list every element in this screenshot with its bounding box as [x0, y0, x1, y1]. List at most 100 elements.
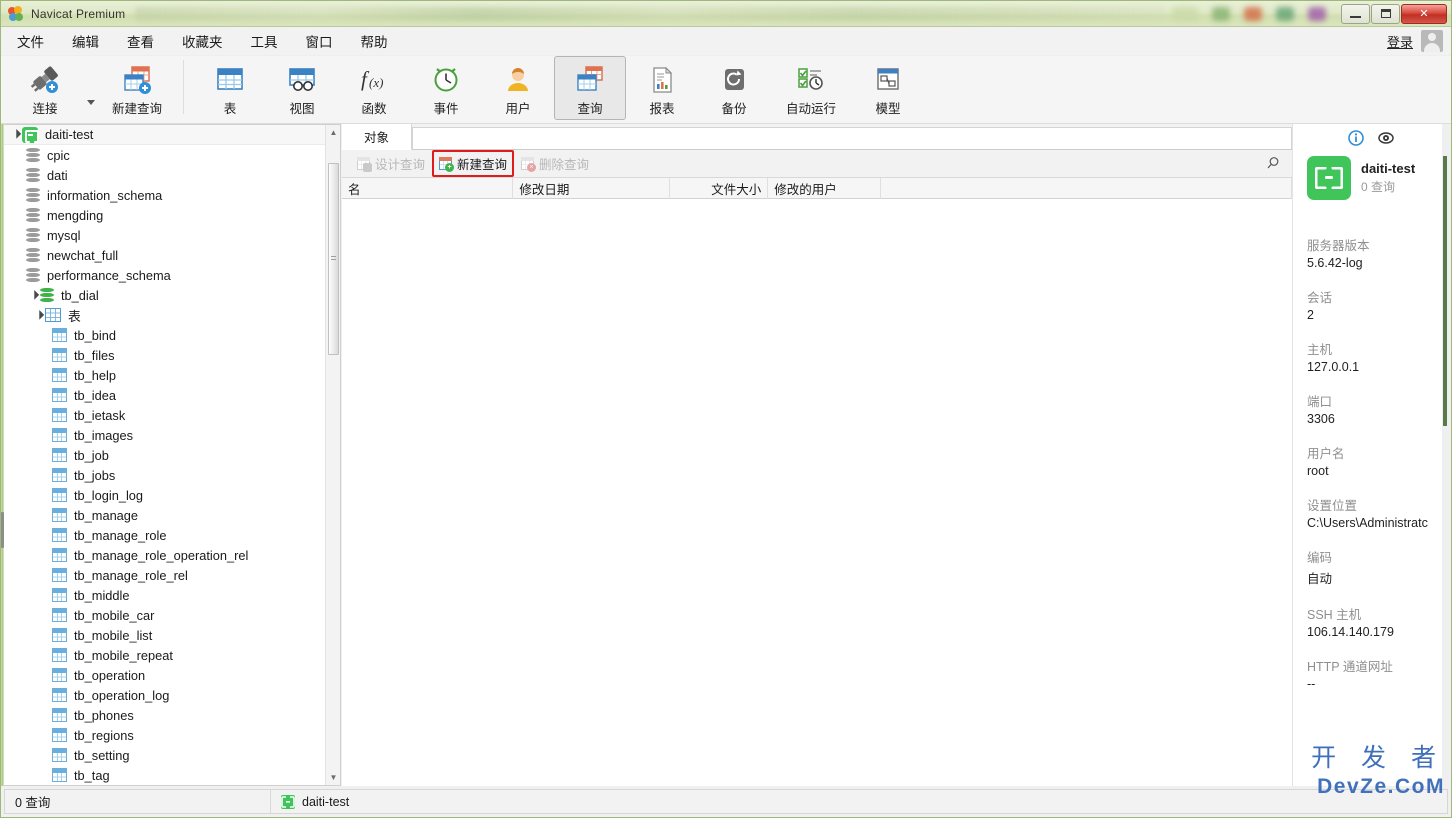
tree-node-tb_jobs[interactable]: tb_jobs — [4, 465, 340, 485]
search-icon[interactable] — [1266, 156, 1280, 170]
tree-node-mengding[interactable]: mengding — [4, 205, 340, 225]
tree-node-tb_mobile_list[interactable]: tb_mobile_list — [4, 625, 340, 645]
tree-node-tb_login_log[interactable]: tb_login_log — [4, 485, 340, 505]
column-header-row: 名修改日期 文件大小 修改的用户 — [342, 177, 1292, 199]
sidebar-scrollbar[interactable]: ▲ ▼ — [325, 125, 340, 785]
menu-window[interactable]: 窗口 — [294, 27, 345, 55]
tree-node-label: information_schema — [47, 187, 163, 203]
tree-node-tb_mobile_car[interactable]: tb_mobile_car — [4, 605, 340, 625]
toolbar-table[interactable]: 表 — [194, 56, 266, 120]
tree-node-tb_job[interactable]: tb_job — [4, 445, 340, 465]
database-icon — [26, 167, 40, 183]
tree-node-tb_idea[interactable]: tb_idea — [4, 385, 340, 405]
table-icon — [52, 628, 67, 642]
toolbar-event[interactable]: 事件 — [410, 56, 482, 120]
database-tree[interactable]: daiti-test cpic dati information_schemameng… — [4, 125, 340, 785]
info-panel-title-text: daiti-test 0 查询 — [1361, 161, 1415, 195]
menu-file[interactable]: 文件 — [5, 27, 56, 55]
column-header-文件大小[interactable]: 文件大小 — [670, 177, 769, 199]
maximize-button[interactable] — [1371, 3, 1400, 24]
tree-node-newchat_full[interactable]: newchat_full — [4, 245, 340, 265]
column-header-修改的用户[interactable]: 修改的用户 — [768, 177, 881, 199]
chevron-down-icon[interactable] — [87, 100, 95, 105]
avatar[interactable] — [1421, 30, 1443, 52]
tree-node-tb_middle[interactable]: tb_middle — [4, 585, 340, 605]
tree-node-tb_operation[interactable]: tb_operation — [4, 665, 340, 685]
tab-objects[interactable]: 对象 — [342, 124, 412, 150]
column-header-blank[interactable] — [881, 177, 1292, 199]
tree-node-dati[interactable]: dati — [4, 165, 340, 185]
toolbar-query[interactable]: 查询 — [554, 56, 626, 120]
tree-node-tb_mobile_repeat[interactable]: tb_mobile_repeat — [4, 645, 340, 665]
design-query-button[interactable]: 设计查询 — [350, 150, 432, 177]
tree-node-tb_help[interactable]: tb_help — [4, 365, 340, 385]
scroll-up-arrow[interactable]: ▲ — [326, 125, 340, 140]
tree-node-tb_ietask[interactable]: tb_ietask — [4, 405, 340, 425]
eye-icon[interactable] — [1377, 130, 1394, 146]
tree-node-mysql[interactable]: mysql — [4, 225, 340, 245]
query-list-body[interactable] — [342, 200, 1292, 786]
toolbar-report[interactable]: 报表 — [626, 56, 698, 120]
tree-node-tb_manage_role_rel[interactable]: tb_manage_role_rel — [4, 565, 340, 585]
tree-node-label: tb_regions — [74, 727, 134, 743]
main-toolbar: 连接 新建查询 表 视图 f (x) 函数 事件 用户 查询 报表 备份 自动运… — [1, 56, 1451, 124]
info-circle-icon[interactable] — [1347, 130, 1364, 146]
expand-arrow-icon[interactable] — [8, 129, 22, 140]
delete-query-button[interactable]: × 删除查询 — [514, 150, 596, 177]
column-header-修改日期[interactable]: 修改日期 — [513, 177, 671, 199]
toolbar-automation[interactable]: 自动运行 — [770, 56, 852, 120]
tree-node-tb_files[interactable]: tb_files — [4, 345, 340, 365]
menu-help[interactable]: 帮助 — [349, 27, 400, 55]
tree-node-tb_tag[interactable]: tb_tag — [4, 765, 340, 785]
tree-node-tb_phones[interactable]: tb_phones — [4, 705, 340, 725]
menu-tools[interactable]: 工具 — [239, 27, 290, 55]
tree-node-tb_operation_log[interactable]: tb_operation_log — [4, 685, 340, 705]
tree-node--[interactable]: 表 — [4, 305, 340, 325]
close-button[interactable]: ✕ — [1401, 3, 1447, 24]
table-icon — [52, 448, 67, 462]
connection-query-count: 0 查询 — [1361, 180, 1396, 194]
tree-node-tb_manage_role[interactable]: tb_manage_role — [4, 525, 340, 545]
tree-node-label: tb_mobile_car — [74, 607, 155, 623]
menu-view[interactable]: 查看 — [115, 27, 166, 55]
toolbar-function[interactable]: f (x) 函数 — [338, 56, 410, 120]
toolbar-view[interactable]: 视图 — [266, 56, 338, 120]
tree-node-tb_setting[interactable]: tb_setting — [4, 745, 340, 765]
toolbar-model[interactable]: 模型 — [852, 56, 924, 120]
tree-node-tb_regions[interactable]: tb_regions — [4, 725, 340, 745]
column-header-名[interactable]: 名 — [342, 177, 514, 199]
info-panel-scrollbar[interactable] — [1442, 124, 1448, 786]
tree-node-information_schema[interactable]: information_schema — [4, 185, 340, 205]
menu-favorites[interactable]: 收藏夹 — [170, 27, 235, 55]
expand-arrow-icon[interactable] — [31, 310, 45, 321]
toolbar-new-query[interactable]: 新建查询 — [101, 56, 173, 120]
menu-edit[interactable]: 编辑 — [60, 27, 111, 55]
scroll-down-arrow[interactable]: ▼ — [326, 770, 340, 785]
tree-node-tb_bind[interactable]: tb_bind — [4, 325, 340, 345]
toolbar-backup[interactable]: 备份 — [698, 56, 770, 120]
toolbar-user-label: 用户 — [505, 102, 531, 116]
database-tree-panel: daiti-test cpic dati information_schemameng… — [4, 124, 341, 786]
info-field-key: 服务器版本 — [1307, 239, 1370, 253]
toolbar-connection-label: 连接 — [32, 102, 58, 116]
toolbar-table-label: 表 — [223, 102, 237, 116]
minimize-button[interactable] — [1341, 3, 1370, 24]
tree-node-tb_manage_role_operation_rel[interactable]: tb_manage_role_operation_rel — [4, 545, 340, 565]
new-query-button[interactable]: + 新建查询 — [432, 150, 515, 177]
expand-arrow-icon[interactable] — [26, 290, 40, 301]
login-link[interactable]: 登录 — [1387, 32, 1413, 51]
scrollbar-thumb[interactable] — [328, 163, 339, 355]
info-field-value: root — [1307, 464, 1329, 478]
function-fx-icon: f (x) — [357, 62, 391, 96]
info-panel: daiti-test 0 查询 服务器版本 5.6.42-log 会话 2 主机 127.… — [1292, 124, 1448, 786]
toolbar-user[interactable]: 用户 — [482, 56, 554, 120]
tree-node-tb_manage[interactable]: tb_manage — [4, 505, 340, 525]
table-icon — [52, 588, 67, 602]
tree-node-daiti-test[interactable]: daiti-test — [4, 125, 340, 145]
tree-node-tb_dial[interactable]: tb_dial — [4, 285, 340, 305]
info-field-key: 主机 — [1307, 343, 1333, 357]
tree-node-tb_images[interactable]: tb_images — [4, 425, 340, 445]
tree-node-performance_schema[interactable]: performance_schema — [4, 265, 340, 285]
toolbar-connection[interactable]: 连接 — [9, 56, 81, 120]
tree-node-cpic[interactable]: cpic — [4, 145, 340, 165]
